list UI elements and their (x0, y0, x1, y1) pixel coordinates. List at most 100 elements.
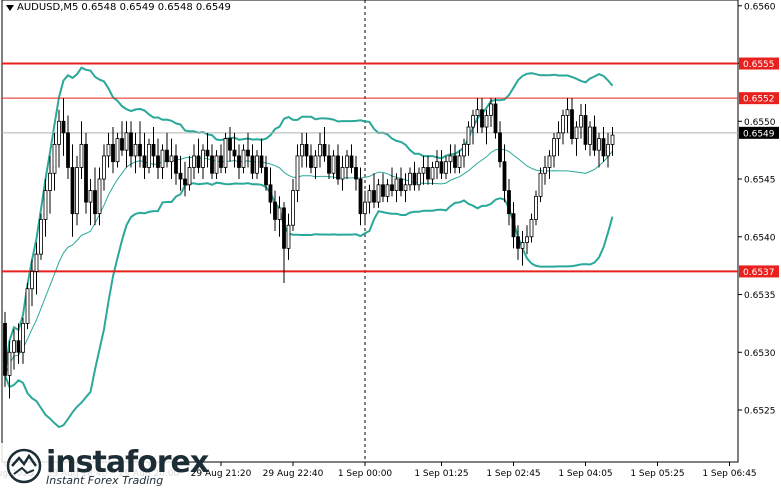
symbol-header: AUDUSD,M5 0.6548 0.6549 0.6548 0.6549 (4, 2, 233, 13)
candle-body (489, 103, 493, 116)
candle-body (498, 132, 502, 163)
candle-body (205, 149, 210, 157)
candle-body (228, 138, 232, 151)
candle-body (300, 143, 304, 157)
y-tick-label: 0.6540 (744, 233, 776, 243)
candle-body (583, 115, 588, 145)
candle-body (66, 132, 70, 168)
candle-body (295, 155, 300, 191)
candle-body (435, 161, 439, 168)
candle-body (25, 288, 30, 324)
candle-body (471, 115, 475, 128)
level-tag-0.6552: 0.6552 (743, 95, 775, 105)
candle-body (331, 155, 336, 174)
candle-body (381, 184, 385, 197)
candle-body (453, 155, 457, 168)
candle-body (574, 126, 579, 140)
y-tick-label: 0.6545 (744, 176, 776, 186)
candle-body (462, 143, 466, 157)
candle-body (48, 172, 52, 191)
candle-body (246, 149, 250, 157)
logo-tagline: Instant Forex Trading (46, 474, 164, 487)
y-tick-label: 0.6560 (744, 2, 776, 12)
candle-body (538, 172, 543, 197)
candle-body (480, 109, 484, 128)
candle-body (313, 155, 318, 168)
candle-body (448, 155, 453, 163)
candle-body (588, 126, 592, 145)
candle-body (349, 155, 354, 168)
x-tick-label: 1 Sep 00:00 (338, 469, 393, 479)
candle-body (264, 167, 268, 186)
x-tick-label: 1 Sep 06:45 (702, 469, 756, 479)
collapse-triangle-icon[interactable] (6, 4, 14, 11)
candle-body (223, 138, 228, 168)
candle-body (277, 207, 282, 220)
candle-body (430, 167, 435, 180)
candle-body (39, 219, 43, 255)
level-tag-0.6537: 0.6537 (743, 268, 775, 278)
candle-body (115, 138, 120, 163)
candle-body (444, 161, 448, 174)
candle-body (592, 126, 597, 151)
candle-body (61, 120, 66, 134)
candle-body (268, 184, 273, 203)
candle-body (133, 143, 138, 157)
candle-body (106, 143, 111, 157)
candle-body (547, 155, 552, 168)
quote-values: 0.6548 0.6549 0.6548 0.6549 (81, 2, 231, 13)
candle-body (601, 138, 606, 157)
candle-body (475, 109, 480, 116)
candle-body (156, 155, 160, 168)
candle-body (354, 167, 358, 180)
candle-body (201, 149, 205, 168)
candle-body (394, 178, 399, 191)
candle-body (165, 149, 169, 163)
candle-body (376, 184, 381, 203)
candle-body (142, 155, 147, 168)
bollinger-middle (4, 148, 613, 376)
candle-body (511, 213, 516, 238)
candle-body (565, 109, 570, 116)
candle-body (52, 143, 57, 174)
candle-body (520, 242, 525, 249)
candle-body (502, 161, 507, 191)
candle-body (237, 155, 241, 168)
candle-body (556, 132, 561, 139)
candle-body (7, 351, 12, 376)
candle-body (340, 167, 345, 180)
candle-body (84, 143, 88, 203)
x-tick-label: 1 Sep 02:45 (486, 469, 540, 479)
candle-body (570, 109, 574, 139)
price-chart[interactable]: 0.6560 0.6555 0.6550 0.6545 0.6540 0.6535 0.65… (0, 0, 781, 489)
candle-body (529, 219, 534, 238)
candle-body (399, 178, 403, 191)
candle-body (241, 149, 246, 168)
candle-body (291, 190, 295, 226)
candle-body (151, 143, 156, 157)
candle-body (282, 207, 286, 249)
candle-body (597, 138, 601, 151)
chart-canvas: 0.6560 0.6555 0.6550 0.6545 0.6540 0.6535 0.65… (0, 0, 779, 479)
candle-body (390, 184, 394, 191)
y-tick-label: 0.6530 (744, 349, 776, 359)
instaforex-logo: instaforex Instant Forex Trading (0, 443, 209, 489)
candle-body (417, 172, 421, 186)
candle-body (79, 143, 84, 168)
x-tick-label: 1 Sep 05:25 (630, 469, 684, 479)
candle-body (160, 149, 165, 168)
candle-body (102, 155, 106, 180)
candle-body (408, 172, 412, 186)
candle-body (484, 115, 489, 128)
candle-body (493, 103, 498, 134)
candle-body (309, 155, 313, 168)
candle-body (129, 132, 133, 157)
candle-body (507, 190, 511, 215)
logo-globe-icon (6, 448, 42, 484)
y-tick-label: 0.6535 (744, 291, 776, 301)
candle-body (3, 322, 7, 376)
x-tick-label: 1 Sep 01:25 (414, 469, 468, 479)
candle-body (610, 134, 615, 145)
candle-body (255, 155, 259, 174)
candle-body (174, 155, 178, 174)
